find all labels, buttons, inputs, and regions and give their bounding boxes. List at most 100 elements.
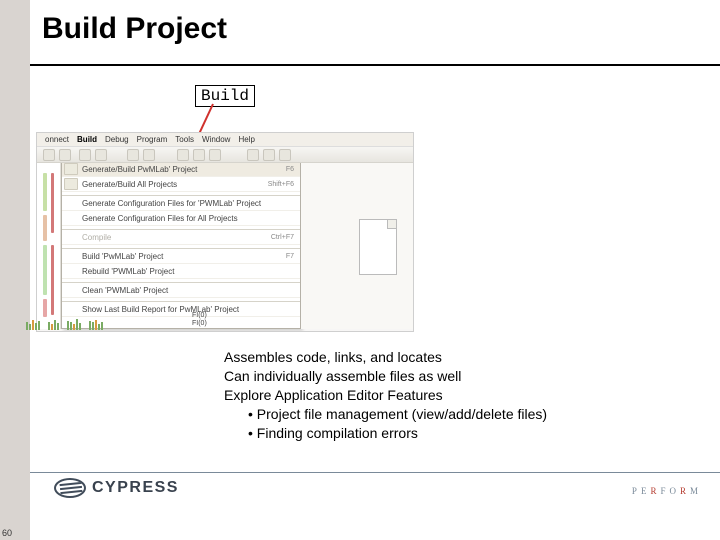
timeline-tick <box>95 320 97 330</box>
menu-item-label: Generate Configuration Files for 'PWMLab… <box>82 199 294 208</box>
toolbar-button <box>247 149 259 161</box>
slide-number: 60 <box>2 528 12 538</box>
perform-r2: R <box>680 486 690 496</box>
menu-item-label: Generate/Build PwMLab' Project <box>82 165 280 174</box>
page-preview <box>359 219 397 275</box>
menu-item-compile: Compile Ctrl+F7 <box>62 230 300 245</box>
timeline-tick <box>79 323 81 330</box>
slide: Build Project Build onnect Build Debug P… <box>0 0 720 540</box>
menu-item-generate-build-project: Generate/Build PwMLab' Project F6 <box>62 162 300 177</box>
fi-label-1: FI(0) <box>192 320 207 328</box>
perform-o: O <box>669 486 680 496</box>
left-band <box>0 0 30 540</box>
toolbar-button <box>143 149 155 161</box>
menu-item-shortcut: F6 <box>286 166 294 173</box>
menu-item-label: Generate/Build All Projects <box>82 180 262 189</box>
divider-bottom <box>30 472 720 473</box>
logo-oval-icon <box>54 478 86 498</box>
menu-item-label: Clean 'PWMLab' Project <box>82 286 294 295</box>
menu-item-label: Generate Configuration Files for All Pro… <box>82 214 294 223</box>
cypress-logo: CYPRESS <box>54 478 179 498</box>
toolbar-button <box>209 149 221 161</box>
ide-screenshot: onnect Build Debug Program Tools Window … <box>36 132 414 332</box>
toolbar-button <box>193 149 205 161</box>
menu-item-shortcut: Shift+F6 <box>268 181 294 188</box>
menu-item-shortcut: F7 <box>286 253 294 260</box>
menu-help: Help <box>238 135 254 144</box>
timeline-tick <box>89 321 91 330</box>
menu-build: Build <box>77 135 97 144</box>
menu-connect: onnect <box>45 135 69 144</box>
toolbar-button <box>127 149 139 161</box>
timeline-tick <box>38 321 40 330</box>
menu-item-label: Rebuild 'PWMLab' Project <box>82 267 294 276</box>
build-all-icon <box>64 178 78 190</box>
menu-item-generate-build-all: Generate/Build All Projects Shift+F6 <box>62 177 300 192</box>
toolbar-button <box>263 149 275 161</box>
toolbar <box>37 147 413 163</box>
timeline-tick <box>98 324 100 330</box>
timeline-tick <box>70 322 72 330</box>
body-bullets: Project file management (view/add/delete… <box>248 405 547 443</box>
timeline-tick <box>51 324 53 330</box>
build-menu-dropdown: Generate/Build PwMLab' Project F6 Genera… <box>61 161 301 329</box>
toolbar-button <box>79 149 91 161</box>
editor-area <box>301 163 413 329</box>
timeline-tick <box>101 322 103 330</box>
slide-title: Build Project <box>42 12 227 46</box>
gutter-bar <box>51 173 54 233</box>
gutter-bar <box>43 215 47 241</box>
menu-item-rebuild-project: Rebuild 'PWMLab' Project <box>62 264 300 279</box>
timeline-strip <box>26 312 414 330</box>
timeline-tick <box>92 322 94 330</box>
body-line-1: Assembles code, links, and locates <box>224 348 547 367</box>
perform-m: M <box>690 486 702 496</box>
body-line-3: Explore Application Editor Features <box>224 386 547 405</box>
body-bullet-1: Project file management (view/add/delete… <box>248 405 547 424</box>
toolbar-button <box>95 149 107 161</box>
gutter-bar <box>43 245 47 295</box>
perform-e: E <box>641 486 651 496</box>
build-icon <box>64 163 78 175</box>
build-callout: Build <box>195 85 255 107</box>
timeline-tick <box>29 324 31 330</box>
body-text: Assembles code, links, and locates Can i… <box>224 348 547 442</box>
timeline-tick <box>48 322 50 330</box>
divider-top <box>30 64 720 66</box>
timeline-tick <box>73 324 75 330</box>
menu-item-clean-project: Clean 'PWMLab' Project <box>62 283 300 298</box>
timeline-tick <box>76 319 78 330</box>
fi-label-0: FI(0) <box>192 312 207 320</box>
menu-item-gen-config-project: Generate Configuration Files for 'PWMLab… <box>62 196 300 211</box>
menu-tools: Tools <box>175 135 194 144</box>
fi-labels: FI(0) FI(0) <box>192 312 207 328</box>
timeline-tick <box>26 322 28 330</box>
menu-item-label: Build 'PwMLab' Project <box>82 252 280 261</box>
menu-program: Program <box>137 135 168 144</box>
perform-p: P <box>632 486 641 496</box>
gutter-bar <box>51 245 54 315</box>
gutter-bar <box>43 173 47 211</box>
ide-body: Generate/Build PwMLab' Project F6 Genera… <box>37 163 413 329</box>
logo-text: CYPRESS <box>92 479 179 497</box>
timeline-tick <box>54 320 56 330</box>
menu-item-build-project: Build 'PwMLab' Project F7 <box>62 249 300 264</box>
toolbar-button <box>43 149 55 161</box>
timeline-tick <box>67 321 69 330</box>
left-gutter <box>37 163 61 329</box>
menu-window: Window <box>202 135 230 144</box>
menubar: onnect Build Debug Program Tools Window … <box>37 133 413 147</box>
timeline-tick <box>32 320 34 330</box>
menu-debug: Debug <box>105 135 129 144</box>
body-line-2: Can individually assemble files as well <box>224 367 547 386</box>
menu-item-label: Compile <box>82 233 265 242</box>
toolbar-button <box>279 149 291 161</box>
timeline-tick <box>57 323 59 330</box>
perform-r: R <box>650 486 660 496</box>
toolbar-button <box>59 149 71 161</box>
timeline-tick <box>35 323 37 330</box>
menu-item-shortcut: Ctrl+F7 <box>271 234 294 241</box>
perform-tagline: PERFORM <box>632 486 702 496</box>
body-bullet-2: Finding compilation errors <box>248 424 547 443</box>
toolbar-button <box>177 149 189 161</box>
